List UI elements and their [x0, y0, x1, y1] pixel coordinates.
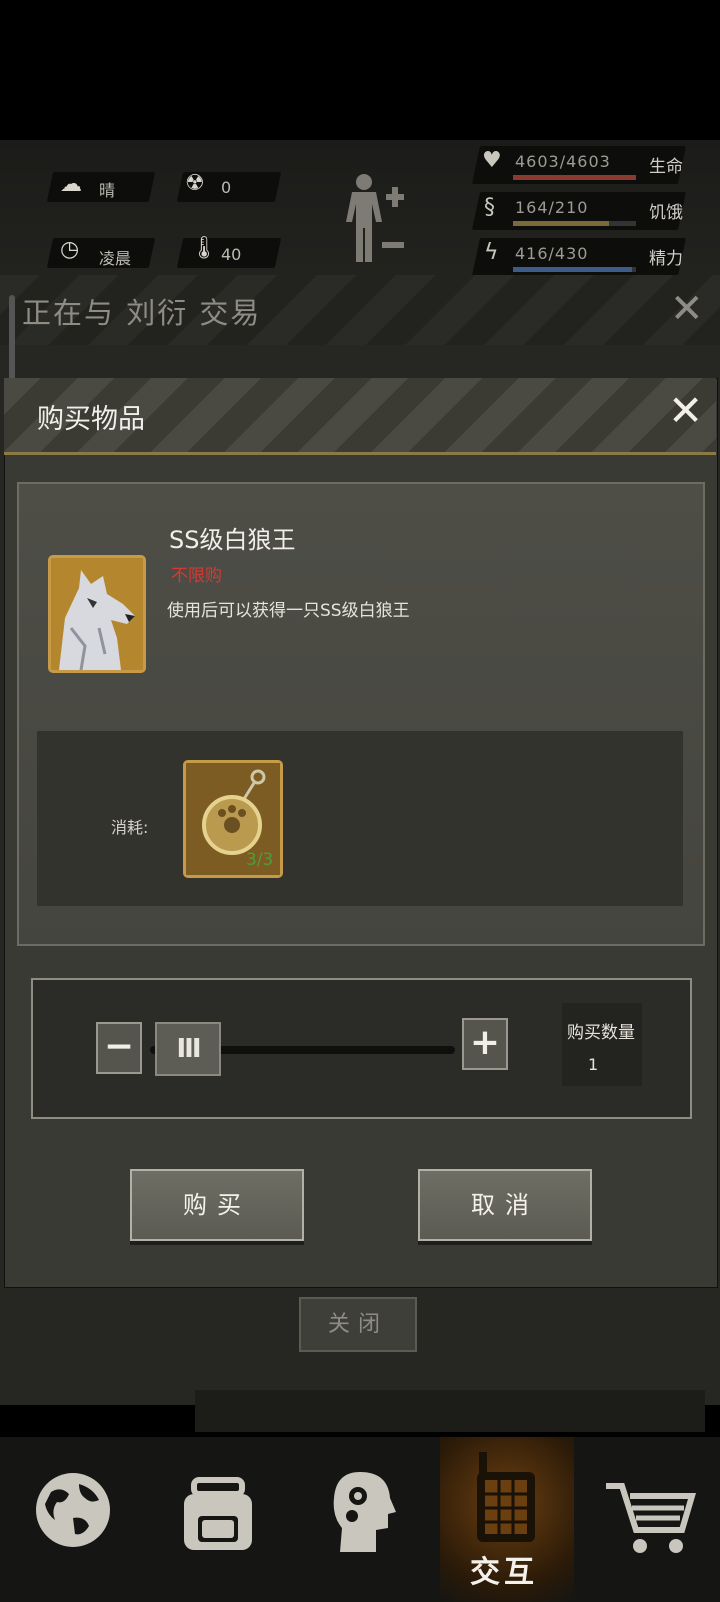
increase-button[interactable]: + — [462, 1018, 508, 1070]
quantity-label: 购买数量 — [567, 1023, 635, 1043]
head-gear-icon[interactable] — [330, 1468, 396, 1554]
hunger-label: 饥饿 — [649, 203, 683, 223]
weather-text: 晴 — [99, 181, 116, 200]
time-text: 凌晨 — [99, 249, 132, 268]
hunger-bar — [513, 221, 636, 226]
cost-label: 消耗: — [111, 818, 149, 837]
buy-button[interactable]: 购买 — [130, 1169, 304, 1241]
wolf-icon — [51, 558, 143, 670]
tab-interact-label: 交互 — [470, 1555, 538, 1590]
item-name: SS级白狼王 — [169, 526, 296, 554]
health-value: 4603/4603 — [515, 152, 611, 171]
cancel-button[interactable]: 取消 — [418, 1169, 592, 1241]
cost-count: 3/3 — [246, 850, 274, 870]
energy-label: 精力 — [649, 249, 683, 269]
quantity-value: 1 — [588, 1055, 599, 1074]
energy-bar — [513, 267, 636, 272]
cart-icon[interactable] — [604, 1478, 696, 1558]
item-limit-badge: 不限购 — [171, 566, 222, 586]
clock-icon: ◷ — [60, 237, 80, 262]
item-image[interactable] — [48, 555, 146, 673]
walkie-talkie-icon[interactable] — [473, 1452, 541, 1544]
radiation-value: 0 — [221, 178, 232, 197]
cloud-sun-icon: ☁ — [60, 172, 82, 197]
stomach-icon: § — [484, 195, 495, 220]
backpack-icon[interactable] — [180, 1472, 256, 1552]
heart-icon: ♥ — [482, 148, 502, 173]
quantity-slider-thumb[interactable]: III — [155, 1022, 221, 1076]
item-description: 使用后可以获得一只SS级白狼王 — [167, 601, 410, 621]
dialog-title: 购买物品 — [37, 404, 145, 435]
health-bar — [513, 175, 636, 180]
hunger-value: 164/210 — [515, 198, 589, 217]
body-icon[interactable] — [342, 172, 408, 268]
trade-tabs — [195, 1390, 705, 1432]
radiation-icon: ☢ — [185, 171, 205, 196]
quantity-box — [562, 1003, 642, 1086]
decrease-button[interactable]: − — [96, 1022, 142, 1074]
health-label: 生命 — [649, 157, 683, 177]
brain-bolt-icon: ϟ — [484, 240, 499, 265]
globe-icon[interactable] — [33, 1470, 113, 1550]
temperature-value: 40 — [221, 245, 242, 264]
thermometer-icon: 🌡 — [190, 236, 218, 261]
energy-value: 416/430 — [515, 244, 589, 263]
trade-title: 正在与 刘衍 交易 — [22, 296, 262, 330]
close-button[interactable]: 关闭 — [299, 1297, 417, 1352]
close-icon[interactable]: ✕ — [668, 390, 703, 432]
close-icon[interactable]: ✕ — [670, 286, 704, 332]
